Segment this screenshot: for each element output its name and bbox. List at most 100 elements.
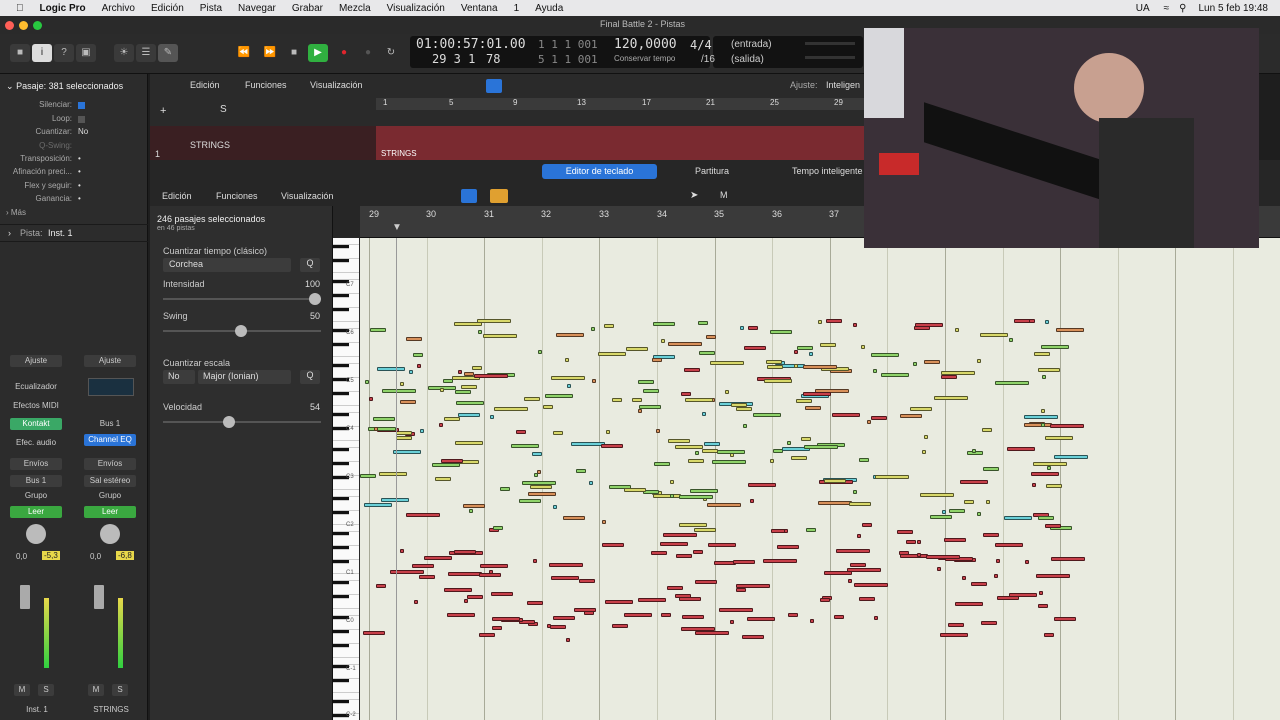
midi-note[interactable]: [809, 352, 814, 357]
piano-key[interactable]: [333, 441, 359, 448]
inspector-row-mute[interactable]: Silenciar:: [0, 100, 148, 112]
midi-note[interactable]: [900, 414, 923, 419]
midi-note[interactable]: [1038, 591, 1043, 596]
midi-note[interactable]: [455, 389, 472, 394]
midi-note[interactable]: [376, 583, 387, 588]
midi-note[interactable]: [688, 459, 705, 464]
midi-note[interactable]: [551, 575, 580, 580]
piano-key[interactable]: [333, 392, 349, 396]
tab-piano-roll[interactable]: Editor de teclado: [542, 164, 657, 179]
strip-group[interactable]: Grupo: [10, 490, 62, 502]
catch-icon[interactable]: [461, 189, 477, 203]
midi-note[interactable]: [994, 574, 999, 579]
inspector-more[interactable]: › Más: [6, 208, 26, 217]
midi-note[interactable]: [624, 613, 653, 618]
midi-note[interactable]: [739, 325, 744, 330]
midi-note[interactable]: [457, 370, 462, 375]
midi-note[interactable]: [423, 555, 452, 560]
midi-note[interactable]: [711, 460, 746, 465]
midi-note[interactable]: [961, 576, 966, 581]
midi-note[interactable]: [670, 493, 675, 498]
inspector-row-flex[interactable]: Flex y seguir: •: [0, 181, 148, 193]
midi-note[interactable]: [381, 389, 416, 394]
midi-note[interactable]: [532, 559, 537, 564]
midi-note[interactable]: [1046, 465, 1051, 470]
midi-note[interactable]: [1046, 483, 1063, 488]
midi-note[interactable]: [638, 408, 643, 413]
piano-key[interactable]: [333, 672, 359, 679]
snap-value[interactable]: Inteligen: [826, 80, 860, 90]
stop-button[interactable]: ■: [284, 44, 304, 62]
midi-note[interactable]: [1007, 447, 1036, 452]
scale-quantize-button[interactable]: Q: [300, 370, 320, 384]
midi-note[interactable]: [543, 404, 554, 409]
midi-note[interactable]: [803, 444, 838, 449]
midi-note[interactable]: [685, 398, 714, 403]
piano-key[interactable]: [333, 546, 349, 550]
inspector-row-quantize[interactable]: Cuantizar: No: [0, 127, 148, 139]
piano-key[interactable]: [333, 308, 349, 312]
strip-automation[interactable]: Leer: [10, 506, 62, 518]
tracks-menu-edit[interactable]: Edición: [190, 80, 220, 90]
midi-note[interactable]: [550, 625, 567, 630]
midi-note[interactable]: [1054, 454, 1089, 459]
tab-score[interactable]: Partitura: [695, 166, 729, 176]
piano-key[interactable]: [333, 693, 359, 700]
strings-region[interactable]: STRINGS: [376, 126, 864, 160]
strip-audio-fx[interactable]: Efec. audio: [10, 437, 62, 449]
midi-note[interactable]: [1037, 515, 1054, 520]
midi-note[interactable]: [521, 481, 556, 485]
piano-key[interactable]: [333, 679, 349, 683]
zoom-window-button[interactable]: [33, 21, 42, 30]
piano-key[interactable]: [333, 357, 359, 364]
midi-note[interactable]: [910, 407, 933, 412]
strip-automation[interactable]: Leer: [84, 506, 136, 518]
menu-file[interactable]: Archivo: [102, 3, 135, 14]
midi-note[interactable]: [674, 445, 703, 450]
piano-key[interactable]: [333, 294, 349, 298]
note-grid[interactable]: [360, 238, 1280, 720]
midi-note[interactable]: [941, 375, 958, 380]
midi-note[interactable]: [741, 634, 764, 639]
piano-key[interactable]: [333, 406, 359, 413]
midi-note[interactable]: [667, 438, 690, 443]
piano-key[interactable]: [333, 623, 359, 630]
midi-note[interactable]: [562, 516, 585, 521]
midi-note[interactable]: [488, 569, 493, 574]
midi-note[interactable]: [443, 417, 460, 422]
midi-note[interactable]: [934, 395, 969, 400]
menu-view[interactable]: Visualización: [387, 3, 445, 14]
midi-note[interactable]: [377, 367, 406, 372]
piano-key[interactable]: [333, 539, 359, 546]
midi-note[interactable]: [1023, 423, 1052, 428]
midi-note[interactable]: [702, 411, 707, 416]
midi-note[interactable]: [624, 487, 647, 492]
midi-note[interactable]: [805, 527, 816, 532]
midi-note[interactable]: [787, 440, 792, 445]
midi-note[interactable]: [742, 423, 747, 428]
midi-note[interactable]: [875, 475, 910, 480]
midi-note[interactable]: [913, 361, 918, 366]
piano-key[interactable]: [333, 511, 349, 515]
midi-note[interactable]: [702, 449, 719, 454]
mixer-icon[interactable]: ☰: [136, 44, 156, 62]
piano-key[interactable]: [333, 238, 359, 245]
strip-midi-fx[interactable]: Efectos MIDI: [10, 400, 62, 412]
midi-note[interactable]: [824, 571, 853, 576]
midi-note[interactable]: [438, 423, 443, 427]
piano-key[interactable]: [333, 322, 359, 329]
tracks-menu-view[interactable]: Visualización: [310, 80, 362, 90]
midi-note[interactable]: [693, 527, 716, 532]
midi-note[interactable]: [802, 392, 831, 397]
midi-note[interactable]: [467, 594, 484, 599]
midi-note[interactable]: [458, 413, 481, 418]
play-button[interactable]: ▶: [308, 44, 328, 62]
strip-group[interactable]: Grupo: [84, 490, 136, 502]
quantize-button[interactable]: Q: [300, 258, 320, 272]
midi-note[interactable]: [861, 522, 872, 527]
strip-instrument[interactable]: Kontakt: [10, 418, 62, 430]
midi-note[interactable]: [983, 533, 1000, 538]
piano-key[interactable]: [333, 651, 359, 658]
midi-note[interactable]: [981, 428, 992, 433]
strip-output[interactable]: Sal estéreo: [84, 475, 136, 487]
